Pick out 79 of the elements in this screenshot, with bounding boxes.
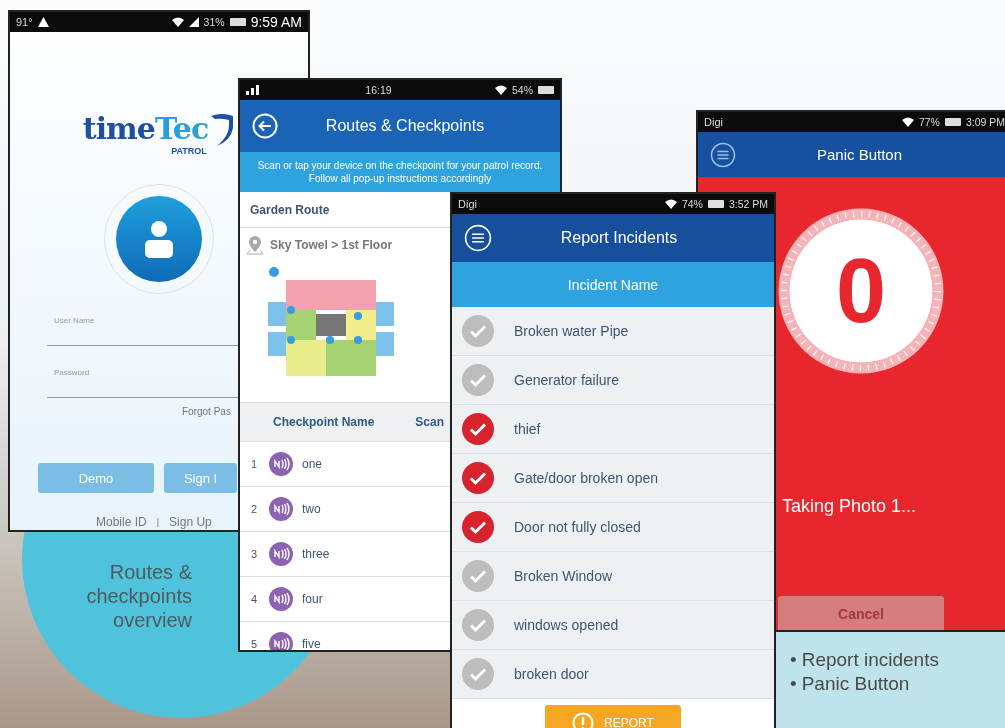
status-time: 3:09 PM <box>965 116 1005 128</box>
separator: | <box>156 517 160 527</box>
map-pin-icon <box>246 235 264 255</box>
wifi-icon <box>171 17 184 27</box>
logo-subtitle: PATROL <box>171 146 207 156</box>
status-time: 9:59 AM <box>250 14 302 30</box>
incident-row[interactable]: Door not fully closed <box>452 503 774 552</box>
checkpoint-name: three <box>302 547 330 561</box>
checkpoint-name: two <box>302 502 321 516</box>
nfc-icon <box>269 452 293 476</box>
nfc-icon <box>269 497 293 521</box>
battery-icon <box>944 118 961 126</box>
avatar-icon <box>116 196 202 282</box>
incident-name: windows opened <box>514 617 619 633</box>
row-number: 4 <box>251 593 259 605</box>
column-header: Checkpoint Name <box>273 415 375 429</box>
route-name: Garden Route <box>250 202 330 217</box>
signal-icon <box>188 17 199 27</box>
menu-icon[interactable] <box>710 141 736 168</box>
carrier-name: Digi <box>458 198 477 210</box>
incident-name: Door not fully closed <box>514 519 641 535</box>
nfc-icon <box>269 587 293 611</box>
status-text: 91° <box>16 16 33 28</box>
row-number: 5 <box>251 638 259 650</box>
location-path: Sky Towel > 1st Floor <box>270 238 393 252</box>
sign-up-link[interactable]: Sign Up <box>169 515 212 529</box>
status-time: 3:52 PM <box>728 198 768 210</box>
forgot-password-link[interactable]: Forgot Pas <box>182 406 231 417</box>
bullet: • <box>790 672 797 696</box>
incident-name: Broken Window <box>514 568 613 584</box>
status-message: Taking Photo 1... <box>782 496 917 517</box>
status-time: 16:19 <box>365 84 392 96</box>
signal-icon <box>246 85 262 95</box>
incident-name: thief <box>514 421 541 437</box>
incident-name: Generator failure <box>514 372 620 388</box>
incident-row[interactable]: Gate/door broken open <box>452 454 774 503</box>
screen-title: Panic Button <box>815 146 904 163</box>
incident-name: broken door <box>514 666 589 682</box>
incident-row[interactable]: windows opened <box>452 601 774 650</box>
wifi-icon <box>495 85 507 95</box>
row-number: 2 <box>251 503 259 515</box>
screen-title: Routes & Checkpoints <box>324 117 486 135</box>
battery-icon <box>707 200 724 208</box>
wifi-icon <box>664 199 677 209</box>
back-icon[interactable] <box>252 113 278 139</box>
battery-percent: 31% <box>203 16 225 28</box>
logo-text: timeTec <box>82 112 209 146</box>
battery-percent: 77% <box>918 116 940 128</box>
caption-text: Routes & checkpoints overview <box>85 560 192 632</box>
battery-icon <box>229 18 246 26</box>
checkpoint-name: four <box>302 592 323 606</box>
checkpoint-name: five <box>302 637 321 650</box>
alert-icon <box>572 712 595 728</box>
battery-percent: 74% <box>681 198 703 210</box>
nfc-icon <box>269 542 293 566</box>
incident-row[interactable]: Generator failure <box>452 356 774 405</box>
bullet: • <box>790 648 797 672</box>
incident-row[interactable]: thief <box>452 405 774 454</box>
warning-icon <box>37 17 49 27</box>
mobile-id-link[interactable]: Mobile ID <box>96 515 147 529</box>
incident-name: Gate/door broken open <box>514 470 658 486</box>
incident-name: Broken water Pipe <box>514 323 629 339</box>
carrier-name: Digi <box>704 116 723 128</box>
caption-text: Report incidents <box>801 648 939 672</box>
row-number: 3 <box>251 548 259 560</box>
row-number: 1 <box>251 458 259 470</box>
countdown-number: 0 <box>835 246 887 336</box>
notice-text: Follow all pop-up instructions accordingly <box>308 172 492 185</box>
screen-title: Report Incidents <box>559 229 679 247</box>
battery-icon <box>538 86 554 94</box>
checkpoint-name: one <box>302 457 323 471</box>
incident-row[interactable]: Broken water Pipe <box>452 307 774 356</box>
wifi-icon <box>901 117 914 127</box>
column-header: Incident Name <box>567 276 659 293</box>
incident-row[interactable]: Broken Window <box>452 552 774 601</box>
caption-text: Panic Button <box>801 672 910 696</box>
notice-text: Scan or tap your device on the checkpoint for your patrol record. <box>257 159 543 172</box>
battery-percent: 54% <box>512 84 533 96</box>
column-header: Scan <box>415 415 445 429</box>
